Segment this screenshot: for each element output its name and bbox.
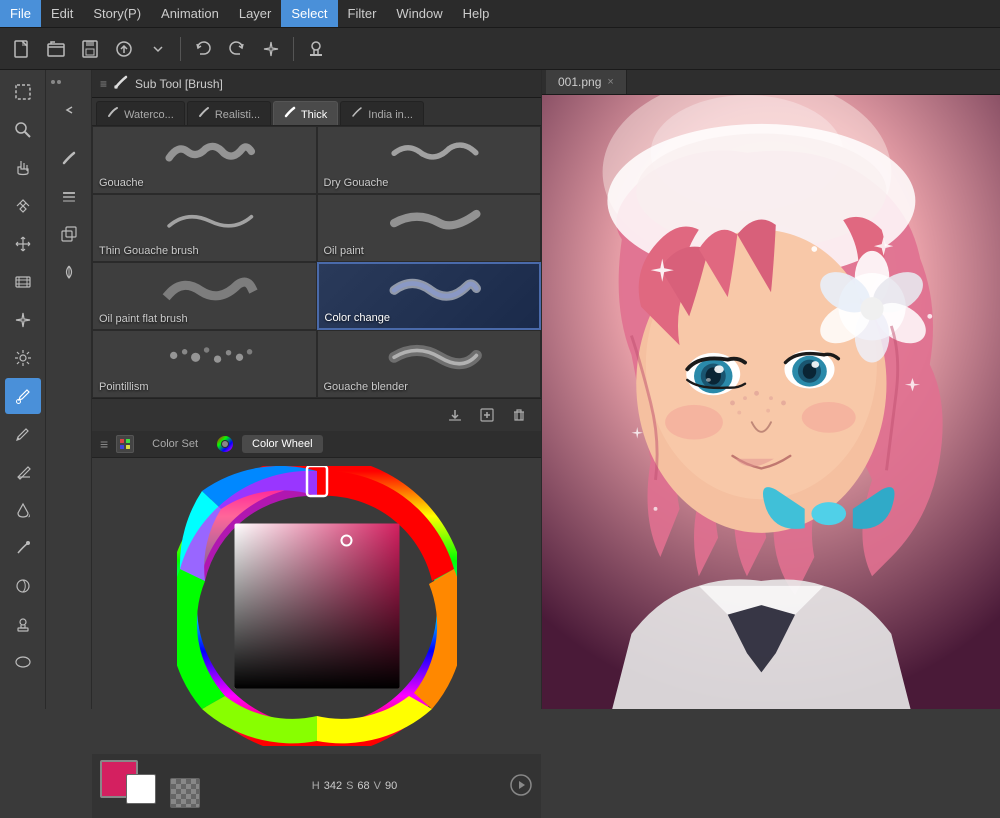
canvas-content[interactable]	[542, 95, 1000, 709]
tool-sparkle[interactable]	[5, 302, 41, 338]
tool-transform[interactable]	[5, 188, 41, 224]
canvas-filename: 001.png	[558, 75, 601, 89]
sat-value[interactable]: 68	[357, 780, 369, 792]
tool-stamp[interactable]	[5, 606, 41, 642]
brush-tab-thick[interactable]: Thick	[273, 101, 338, 125]
color-values: H 342 S 68 V 90	[312, 780, 398, 792]
color-section: ≡ Color Set Color Wheel	[92, 431, 541, 818]
tool-settings[interactable]	[5, 340, 41, 376]
toolbar-open-icon[interactable]	[40, 33, 72, 65]
menu-filter[interactable]: Filter	[338, 0, 387, 27]
second-panel-layer[interactable]	[51, 178, 87, 214]
color-tab-wheel[interactable]: Color Wheel	[242, 435, 323, 453]
toolbar-file-icon[interactable]	[6, 33, 38, 65]
canvas-close[interactable]: ×	[607, 76, 613, 88]
color-tabs-bar: ≡ Color Set Color Wheel	[92, 431, 541, 458]
tool-gradient[interactable]	[5, 530, 41, 566]
toolbar-dropdown-icon[interactable]	[142, 33, 174, 65]
toolbar-redo[interactable]	[221, 33, 253, 65]
brush-color-change[interactable]: Color change	[317, 262, 542, 330]
menu-icon-header[interactable]: ≡	[100, 77, 107, 91]
brush-tab-watercolor[interactable]: Waterco...	[96, 101, 185, 125]
menu-file[interactable]: File	[0, 0, 41, 27]
artwork-svg	[542, 95, 1000, 709]
left-tool-panel	[0, 70, 46, 709]
secondary-color-swatch[interactable]	[126, 774, 156, 804]
color-wheel-icon[interactable]	[216, 435, 234, 453]
brush-action-add[interactable]	[473, 403, 501, 427]
menu-select[interactable]: Select	[281, 0, 337, 27]
tool-blend[interactable]	[5, 568, 41, 604]
sub-tool-header: ≡ Sub Tool [Brush]	[92, 70, 541, 98]
brush-gouache-blender[interactable]: Gouache blender	[317, 330, 542, 398]
toolbar-save-icon[interactable]	[74, 33, 106, 65]
tool-eyedropper[interactable]	[5, 378, 41, 414]
brush-pointillism[interactable]: Pointillism	[92, 330, 317, 398]
second-panel-collapse[interactable]	[51, 92, 87, 128]
toolbar-export-icon[interactable]	[108, 33, 140, 65]
color-menu-icon[interactable]: ≡	[100, 436, 108, 452]
brush-oil-paint[interactable]: Oil paint	[317, 194, 542, 262]
menu-window[interactable]: Window	[386, 0, 452, 27]
second-panel-delete[interactable]	[51, 254, 87, 290]
menu-layer[interactable]: Layer	[229, 0, 282, 27]
play-button[interactable]	[509, 773, 533, 800]
tool-fill[interactable]	[5, 492, 41, 528]
toolbar-undo[interactable]	[187, 33, 219, 65]
hue-value[interactable]: 342	[324, 780, 342, 792]
menu-animation[interactable]: Animation	[151, 0, 229, 27]
brush-action-download[interactable]	[441, 403, 469, 427]
toolbar-sparkle[interactable]	[255, 33, 287, 65]
tool-hand[interactable]	[5, 150, 41, 186]
saturation-value-box[interactable]	[234, 524, 399, 689]
toolbar-stamp[interactable]	[300, 33, 332, 65]
tool-move[interactable]	[5, 226, 41, 262]
brush-grid: Gouache Dry Gouache Thin Gouache brush	[92, 126, 541, 398]
canvas-area: 001.png ×	[542, 70, 1000, 709]
toolbar-sep-1	[180, 37, 181, 61]
second-tool-panel	[46, 70, 92, 709]
brush-dry-gouache[interactable]: Dry Gouache	[317, 126, 542, 194]
brush-oil-flat[interactable]: Oil paint flat brush	[92, 262, 317, 330]
main-layout: ≡ Sub Tool [Brush] Waterco... Realisti..…	[0, 70, 1000, 709]
tool-film[interactable]	[5, 264, 41, 300]
brush-gouache[interactable]: Gouache	[92, 126, 317, 194]
tool-eraser[interactable]	[5, 454, 41, 490]
tool-magnify[interactable]	[5, 112, 41, 148]
val-label: V	[374, 780, 381, 792]
brush-tabs: Waterco... Realisti... Thick India in...	[92, 98, 541, 126]
tool-auto-select[interactable]	[5, 74, 41, 110]
tool-pen[interactable]	[5, 416, 41, 452]
second-panel-brush-icon[interactable]	[51, 140, 87, 176]
toolbar-sep-2	[293, 37, 294, 61]
brush-icon-header	[113, 74, 129, 93]
color-wheel-area	[92, 458, 541, 754]
brush-tab-india[interactable]: India in...	[340, 101, 424, 125]
brush-thin-gouache[interactable]: Thin Gouache brush	[92, 194, 317, 262]
color-wheel-container[interactable]	[177, 466, 457, 746]
sub-panel: ≡ Sub Tool [Brush] Waterco... Realisti..…	[92, 70, 542, 709]
canvas-tab: 001.png ×	[542, 70, 1000, 95]
menu-help[interactable]: Help	[453, 0, 500, 27]
menu-story[interactable]: Story(P)	[83, 0, 151, 27]
toolbar	[0, 28, 1000, 70]
menu-bar: File Edit Story(P) Animation Layer Selec…	[0, 0, 1000, 28]
brush-tab-realistic[interactable]: Realisti...	[187, 101, 271, 125]
brush-action-delete[interactable]	[505, 403, 533, 427]
brush-action-bar	[92, 398, 541, 431]
sat-label: S	[346, 780, 353, 792]
color-tab-set[interactable]: Color Set	[142, 435, 208, 453]
transparent-swatch[interactable]	[170, 778, 200, 808]
hue-label: H	[312, 780, 320, 792]
swatch-container	[100, 760, 160, 812]
artwork-canvas	[542, 95, 1000, 709]
color-swatches-bottom: H 342 S 68 V 90	[92, 754, 541, 818]
val-value[interactable]: 90	[385, 780, 397, 792]
menu-edit[interactable]: Edit	[41, 0, 83, 27]
tool-ellipse[interactable]	[5, 644, 41, 680]
second-panel-layer2[interactable]	[51, 216, 87, 252]
canvas-tab-item[interactable]: 001.png ×	[546, 70, 627, 94]
color-set-icon[interactable]	[116, 435, 134, 453]
sub-tool-label: Sub Tool [Brush]	[135, 77, 223, 91]
